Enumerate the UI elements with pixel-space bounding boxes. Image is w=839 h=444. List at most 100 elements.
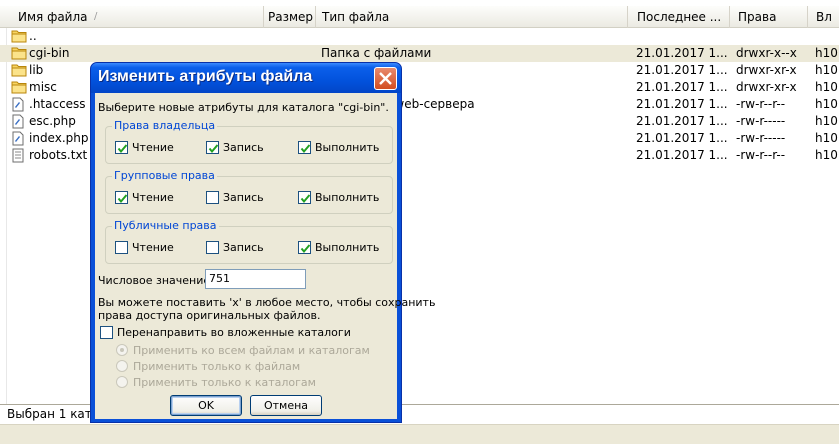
radio-option[interactable] xyxy=(116,344,128,356)
close-icon xyxy=(379,72,392,85)
radio-option-label: Применить только к файлам xyxy=(133,360,301,373)
file-owner: h10 xyxy=(815,131,838,145)
checkbox-read-label: Чтение xyxy=(132,191,174,204)
radio-option-label: Применить ко всем файлам и каталогам xyxy=(133,344,370,357)
ok-button[interactable]: OK xyxy=(170,395,242,416)
bottom-bar xyxy=(0,424,839,444)
checkbox-write-label: Запись xyxy=(223,191,264,204)
file-permissions: -rw-r----- xyxy=(736,131,786,145)
folder-icon xyxy=(11,80,27,95)
folder-icon xyxy=(11,63,27,78)
folder-icon xyxy=(11,29,27,44)
permission-group-label: Публичные права xyxy=(112,219,219,232)
column-header-name[interactable]: Имя файла / xyxy=(0,6,264,28)
checkmark-icon xyxy=(117,144,128,154)
recurse-checkbox[interactable] xyxy=(100,326,113,339)
checkbox-read-label: Чтение xyxy=(132,141,174,154)
file-permissions: -rw-r----- xyxy=(736,114,786,128)
dialog-title: Изменить атрибуты файла xyxy=(98,68,313,85)
checkbox-read[interactable] xyxy=(115,241,128,254)
file-list-header: Имя файла / Размер Тип файла Последнее .… xyxy=(0,6,839,28)
hint-text-line-1: Вы можете поставить 'x' в любое место, ч… xyxy=(98,296,436,309)
checkbox-read-label: Чтение xyxy=(132,241,174,254)
checkbox-exec-label: Выполнить xyxy=(315,141,380,154)
column-header-permissions[interactable]: Права xyxy=(730,6,808,28)
file-row[interactable]: .. xyxy=(0,28,839,45)
file-row[interactable]: cgi-bin Папка с файлами 21.01.2017 1... drw… xyxy=(0,45,839,62)
file-modified: 21.01.2017 1... xyxy=(636,97,728,111)
checkmark-icon xyxy=(117,194,128,204)
numeric-value-label: Числовое значение: xyxy=(98,274,214,287)
dialog-prompt: Выберите новые атрибуты для каталога "cg… xyxy=(98,101,389,114)
change-attributes-dialog: Изменить атрибуты файла Выберите новые а… xyxy=(90,62,435,423)
file-type xyxy=(321,28,626,45)
checkbox-write-label: Запись xyxy=(223,241,264,254)
close-button[interactable] xyxy=(374,67,397,90)
checkbox-exec-label: Выполнить xyxy=(315,191,380,204)
file-icon xyxy=(11,114,27,129)
checkbox-write-label: Запись xyxy=(223,141,264,154)
file-owner: h10 xyxy=(815,63,838,77)
file-owner: h10 xyxy=(815,114,838,128)
dialog-titlebar[interactable]: Изменить атрибуты файла xyxy=(91,63,401,93)
file-owner xyxy=(815,28,839,45)
file-icon xyxy=(11,97,27,112)
recurse-checkbox-label: Перенаправить во вложенные каталоги xyxy=(117,326,351,339)
permission-group: Публичные права Чтение Запись Выполнить xyxy=(105,219,393,264)
radio-option-label: Применить только к каталогам xyxy=(133,376,316,389)
file-permissions: drwxr-x--x xyxy=(736,46,797,60)
file-permissions xyxy=(736,28,808,45)
file-owner: h10 xyxy=(815,148,838,162)
status-text: Выбран 1 ката xyxy=(7,407,100,421)
file-modified: 21.01.2017 1... xyxy=(636,63,728,77)
numeric-value-input[interactable]: 751 xyxy=(205,269,306,289)
file-modified: 21.01.2017 1... xyxy=(636,80,728,94)
permission-group-label: Права владельца xyxy=(112,119,218,132)
column-header-owner[interactable]: Вл xyxy=(808,6,839,28)
file-modified: 21.01.2017 1... xyxy=(636,46,728,60)
file-modified: 21.01.2017 1... xyxy=(636,131,728,145)
checkmark-icon xyxy=(300,244,311,254)
dialog-body: Выберите новые атрибуты для каталога "cg… xyxy=(95,93,435,419)
permission-group-label: Групповые права xyxy=(112,169,217,182)
file-modified: 21.01.2017 1... xyxy=(636,148,728,162)
radio-option[interactable] xyxy=(116,376,128,388)
file-permissions: drwxr-xr-x xyxy=(736,80,797,94)
file-permissions: -rw-r--r-- xyxy=(736,148,786,162)
column-header-size[interactable]: Размер xyxy=(264,6,316,28)
sort-indicator-icon: / xyxy=(94,11,98,22)
column-header-modified[interactable]: Последнее ... xyxy=(628,6,730,28)
file-owner: h10 xyxy=(815,46,838,60)
checkbox-read[interactable] xyxy=(115,191,128,204)
folder-icon xyxy=(11,46,27,61)
cancel-button[interactable]: Отмена xyxy=(250,395,322,416)
file-modified: 21.01.2017 1... xyxy=(636,114,728,128)
file-permissions: -rw-r--r-- xyxy=(736,97,786,111)
file-owner: h10 xyxy=(815,97,838,111)
file-name: cgi-bin xyxy=(29,46,70,60)
permission-group: Групповые права Чтение Запись Выполнить xyxy=(105,169,393,214)
checkmark-icon xyxy=(300,194,311,204)
hint-text-line-2: права доступа оригинальных файлов. xyxy=(98,309,321,322)
checkbox-write[interactable] xyxy=(206,241,219,254)
checkbox-write[interactable] xyxy=(206,191,219,204)
checkbox-write[interactable] xyxy=(206,141,219,154)
checkbox-exec[interactable] xyxy=(298,241,311,254)
text-file-icon xyxy=(11,148,27,163)
file-icon xyxy=(11,131,27,146)
checkmark-icon xyxy=(208,144,219,154)
checkbox-read[interactable] xyxy=(115,141,128,154)
file-name: .. xyxy=(29,29,37,43)
radio-option[interactable] xyxy=(116,360,128,372)
column-header-type[interactable]: Тип файла xyxy=(316,6,628,28)
checkbox-exec-label: Выполнить xyxy=(315,241,380,254)
column-header-name-label: Имя файла xyxy=(18,10,88,24)
permission-group: Права владельца Чтение Запись Выполнить xyxy=(105,119,393,164)
file-permissions: drwxr-xr-x xyxy=(736,63,797,77)
checkmark-icon xyxy=(300,144,311,154)
file-modified xyxy=(636,28,728,45)
checkbox-exec[interactable] xyxy=(298,191,311,204)
file-type: Папка с файлами xyxy=(321,46,432,60)
file-owner: h10 xyxy=(815,80,838,94)
checkbox-exec[interactable] xyxy=(298,141,311,154)
